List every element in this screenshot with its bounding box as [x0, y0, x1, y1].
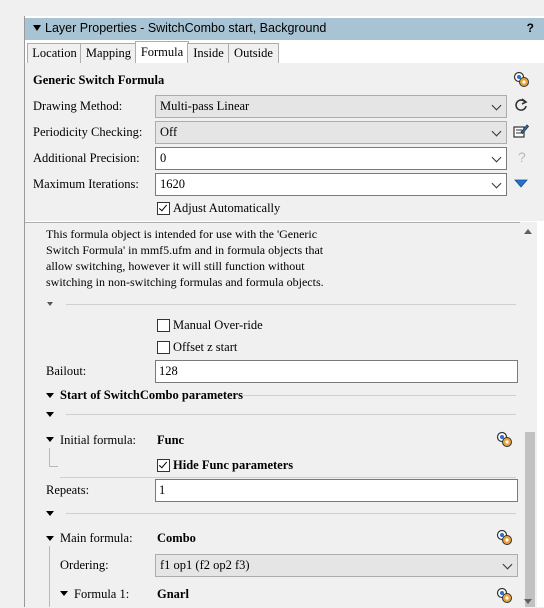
bailout-value: 128: [159, 364, 178, 378]
tree-connector: [49, 448, 58, 467]
bailout-input[interactable]: 128: [155, 360, 518, 383]
collapse-triangle-icon[interactable]: [60, 591, 68, 596]
repeats-label: Repeats:: [46, 483, 90, 497]
divider: [66, 414, 516, 415]
collapse-triangle-icon[interactable]: [46, 536, 54, 541]
adjust-auto-label: Adjust Automatically: [173, 201, 281, 215]
offset-z-checkbox[interactable]: [157, 341, 170, 354]
chevron-down-icon: [491, 178, 502, 189]
repeats-input[interactable]: 1: [155, 479, 518, 502]
repeats-value: 1: [159, 483, 166, 497]
max-iterations-value: 1620: [160, 177, 185, 191]
drawing-method-value: Multi-pass Linear: [160, 99, 250, 113]
divider: [243, 395, 516, 396]
window-title: Layer Properties - SwitchCombo start, Ba…: [45, 21, 327, 35]
max-iterations-select[interactable]: 1620: [155, 173, 507, 196]
manual-override-checkbox[interactable]: [157, 319, 170, 332]
collapse-triangle-icon[interactable]: [46, 393, 54, 398]
divider: [60, 477, 516, 478]
chevron-down-icon: [502, 559, 513, 570]
periodicity-value: Off: [160, 125, 178, 139]
tree-connector: [49, 546, 58, 607]
initial-formula-label: Initial formula:: [60, 433, 137, 447]
tab-formula[interactable]: Formula: [135, 41, 189, 64]
offset-z-label: Offset z start: [173, 340, 238, 354]
bailout-label: Bailout:: [46, 364, 87, 378]
periodicity-select[interactable]: Off: [155, 121, 507, 144]
divider: [66, 304, 516, 305]
browse-formula-icon[interactable]: [496, 587, 513, 604]
main-formula-value: Combo: [157, 531, 196, 545]
tab-inside[interactable]: Inside: [187, 43, 230, 63]
formula-description: This formula object is intended for use …: [46, 227, 324, 289]
tab-location[interactable]: Location: [27, 43, 82, 63]
collapse-triangle-icon[interactable]: [46, 511, 54, 516]
hide-func-checkbox[interactable]: [157, 459, 170, 472]
drawing-method-label: Drawing Method:: [33, 99, 123, 113]
precision-help-icon[interactable]: ?: [518, 149, 526, 165]
scrollbar-thumb[interactable]: [525, 432, 535, 607]
adjust-auto-checkbox[interactable]: [157, 202, 170, 215]
ordering-select[interactable]: f1 op1 (f2 op2 f3): [155, 554, 518, 577]
hide-func-label: Hide Func parameters: [173, 458, 294, 472]
top-strip: [0, 0, 544, 16]
chevron-down-icon: [491, 100, 502, 111]
main-formula-label: Main formula:: [60, 531, 133, 545]
scroll-up-icon[interactable]: [524, 229, 532, 234]
collapse-triangle-icon[interactable]: [46, 437, 54, 442]
divider: [66, 513, 516, 514]
precision-value: 0: [160, 151, 167, 165]
chevron-down-icon: [491, 152, 502, 163]
browse-formula-icon[interactable]: [513, 71, 530, 88]
browse-formula-icon[interactable]: [496, 431, 513, 448]
formula-heading: Generic Switch Formula: [33, 73, 165, 87]
precision-select[interactable]: 0: [155, 147, 507, 170]
chevron-down-icon: [491, 126, 502, 137]
edit-parameters-icon[interactable]: [513, 123, 529, 139]
collapse-triangle-icon[interactable]: [46, 412, 54, 417]
precision-label: Additional Precision:: [33, 151, 140, 165]
refresh-icon[interactable]: [514, 98, 528, 112]
initial-formula-value: Func: [157, 433, 185, 447]
ordering-value: f1 op1 (f2 op2 f3): [160, 558, 250, 572]
title-bar[interactable]: Layer Properties - SwitchCombo start, Ba…: [25, 18, 544, 41]
periodicity-label: Periodicity Checking:: [33, 125, 143, 139]
manual-override-label: Manual Over-ride: [173, 318, 263, 332]
tab-bar: Location Mapping Formula Inside Outside: [25, 40, 544, 64]
drawing-method-select[interactable]: Multi-pass Linear: [155, 95, 507, 118]
tab-mapping[interactable]: Mapping: [80, 43, 137, 63]
formula1-value: Gnarl: [157, 587, 189, 601]
formula1-label: Formula 1:: [74, 587, 130, 601]
expand-down-icon[interactable]: [514, 179, 528, 189]
collapse-triangle-icon[interactable]: [47, 302, 53, 306]
start-section-heading: Start of SwitchCombo parameters: [60, 388, 243, 402]
help-button[interactable]: ?: [527, 21, 534, 35]
browse-formula-icon[interactable]: [496, 529, 513, 546]
scroll-down-icon[interactable]: [524, 599, 532, 604]
ordering-label: Ordering:: [60, 558, 109, 572]
max-iterations-label: Maximum Iterations:: [33, 177, 139, 191]
tab-outside[interactable]: Outside: [228, 43, 279, 63]
collapse-triangle-icon[interactable]: [33, 25, 41, 31]
